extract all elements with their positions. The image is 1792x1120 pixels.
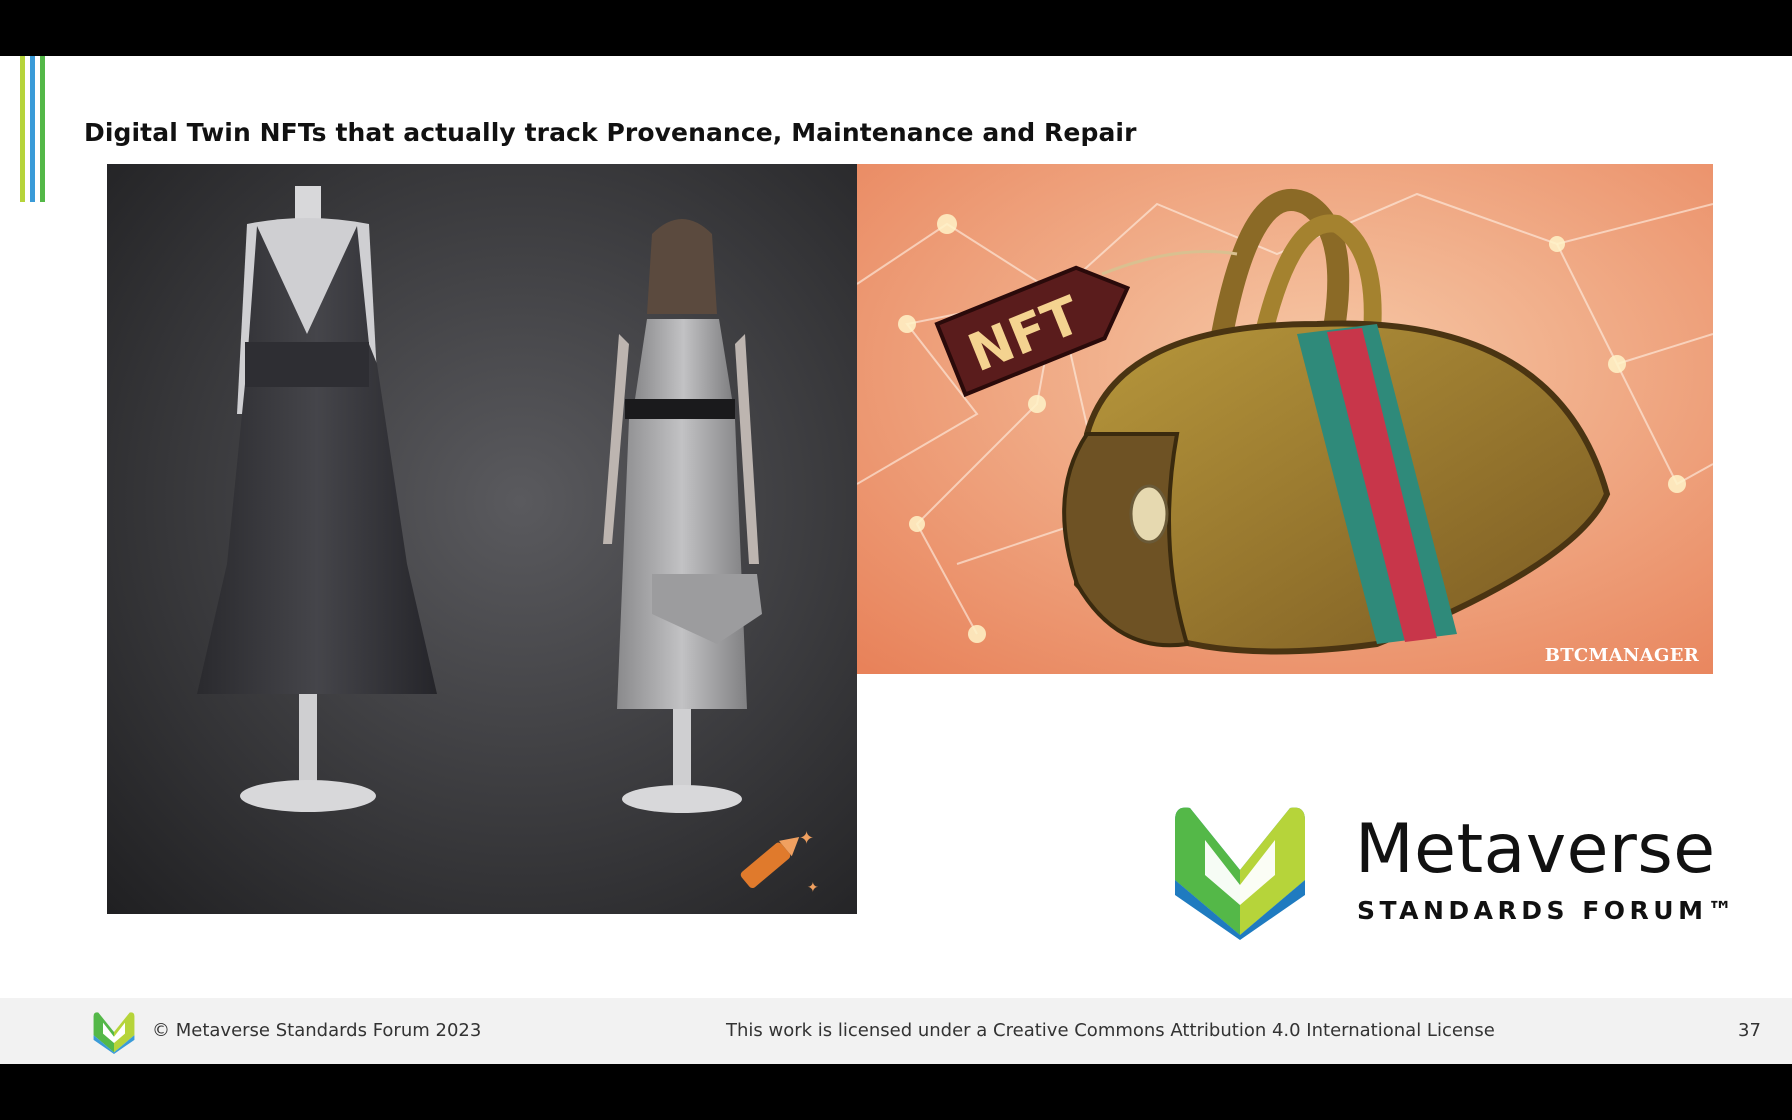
svg-text:✦: ✦ (807, 880, 819, 896)
slide-title: Digital Twin NFTs that actually track Pr… (84, 118, 1137, 147)
accent-bar-3 (40, 56, 45, 202)
mannequin-photo: ✦ ✦ (107, 164, 857, 914)
footer-copyright: © Metaverse Standards Forum 2023 (152, 1020, 482, 1041)
svg-text:✦: ✦ (799, 828, 814, 849)
btcmanager-watermark: BTCMANAGER (1544, 645, 1699, 666)
slide: Digital Twin NFTs that actually track Pr… (0, 56, 1792, 1064)
metaverse-logo-icon (1175, 807, 1305, 940)
brand-block: Metaverse STANDARDS FORUM™ (1165, 800, 1732, 940)
slide-footer: © Metaverse Standards Forum 2023 This wo… (0, 998, 1792, 1064)
accent-bar-1 (20, 56, 25, 202)
footer-logo-icon (93, 1012, 135, 1054)
brand-subtitle: STANDARDS FORUM™ (1357, 896, 1737, 925)
footer-license: This work is licensed under a Creative C… (726, 1020, 1495, 1041)
nft-bag-photo: NFT BTCMANAGER (857, 164, 1713, 674)
page-number: 37 (1738, 1020, 1761, 1041)
accent-bar-2 (30, 56, 35, 202)
brand-name: Metaverse (1355, 810, 1716, 889)
